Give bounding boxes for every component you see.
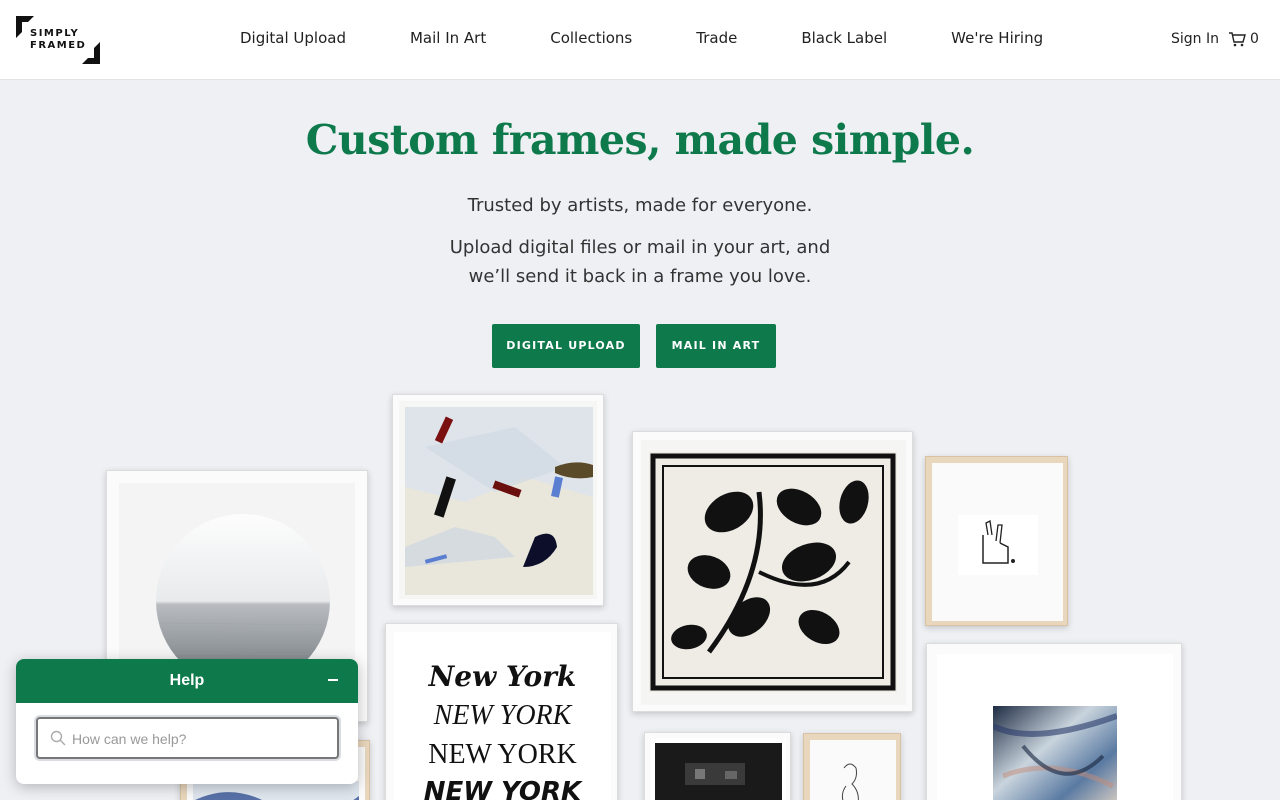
search-icon [50, 730, 66, 746]
poster-line: NEW YORK [428, 739, 577, 770]
nav-digital-upload[interactable]: Digital Upload [240, 29, 346, 47]
framed-watercolor-abstract[interactable] [926, 643, 1182, 800]
nav-black-label[interactable]: Black Label [801, 29, 887, 47]
nav-were-hiring[interactable]: We're Hiring [951, 29, 1043, 47]
mail-in-art-button[interactable]: MAIL IN ART [656, 324, 776, 368]
framed-leaf-print[interactable] [632, 431, 913, 712]
cart-button[interactable]: 0 [1228, 31, 1259, 47]
framed-new-york-poster[interactable]: New York NEW YORK NEW YORK NEW YORK [385, 623, 618, 800]
framed-bw-photo[interactable] [644, 732, 791, 800]
framed-pencil-sketch[interactable] [925, 456, 1068, 626]
sign-in-link[interactable]: Sign In [1171, 31, 1219, 47]
hero-tagline: Trusted by artists, made for everyone. [467, 195, 813, 216]
hero-title: Custom frames, made simple. [305, 116, 975, 164]
cart-count: 0 [1250, 31, 1259, 47]
digital-upload-button[interactable]: DIGITAL UPLOAD [492, 324, 640, 368]
help-title: Help [169, 672, 205, 689]
help-search-input[interactable] [72, 728, 327, 750]
help-widget-header: Help [16, 659, 358, 703]
cart-icon [1229, 32, 1246, 47]
nav-mail-in-art[interactable]: Mail In Art [410, 29, 486, 47]
poster-line: New York [428, 660, 577, 693]
poster-line: NEW YORK [423, 777, 582, 800]
main-nav: Digital Upload Mail In Art Collections T… [240, 29, 1043, 47]
site-header: SIMPLY FRAMED Digital Upload Mail In Art… [0, 0, 1280, 80]
minimize-icon[interactable] [328, 679, 338, 681]
help-widget: Help [16, 659, 358, 784]
poster-line: NEW YORK [433, 700, 572, 731]
simply-framed-logo[interactable]: SIMPLY FRAMED [16, 16, 100, 64]
hero-description: Upload digital files or mail in your art… [449, 237, 831, 287]
framed-figure-sketch[interactable] [803, 733, 901, 800]
logo-text: SIMPLY FRAMED [30, 28, 87, 51]
nav-trade[interactable]: Trade [696, 29, 737, 47]
help-search-box [36, 717, 339, 759]
framed-abstract-painting[interactable] [392, 394, 604, 606]
nav-collections[interactable]: Collections [550, 29, 632, 47]
